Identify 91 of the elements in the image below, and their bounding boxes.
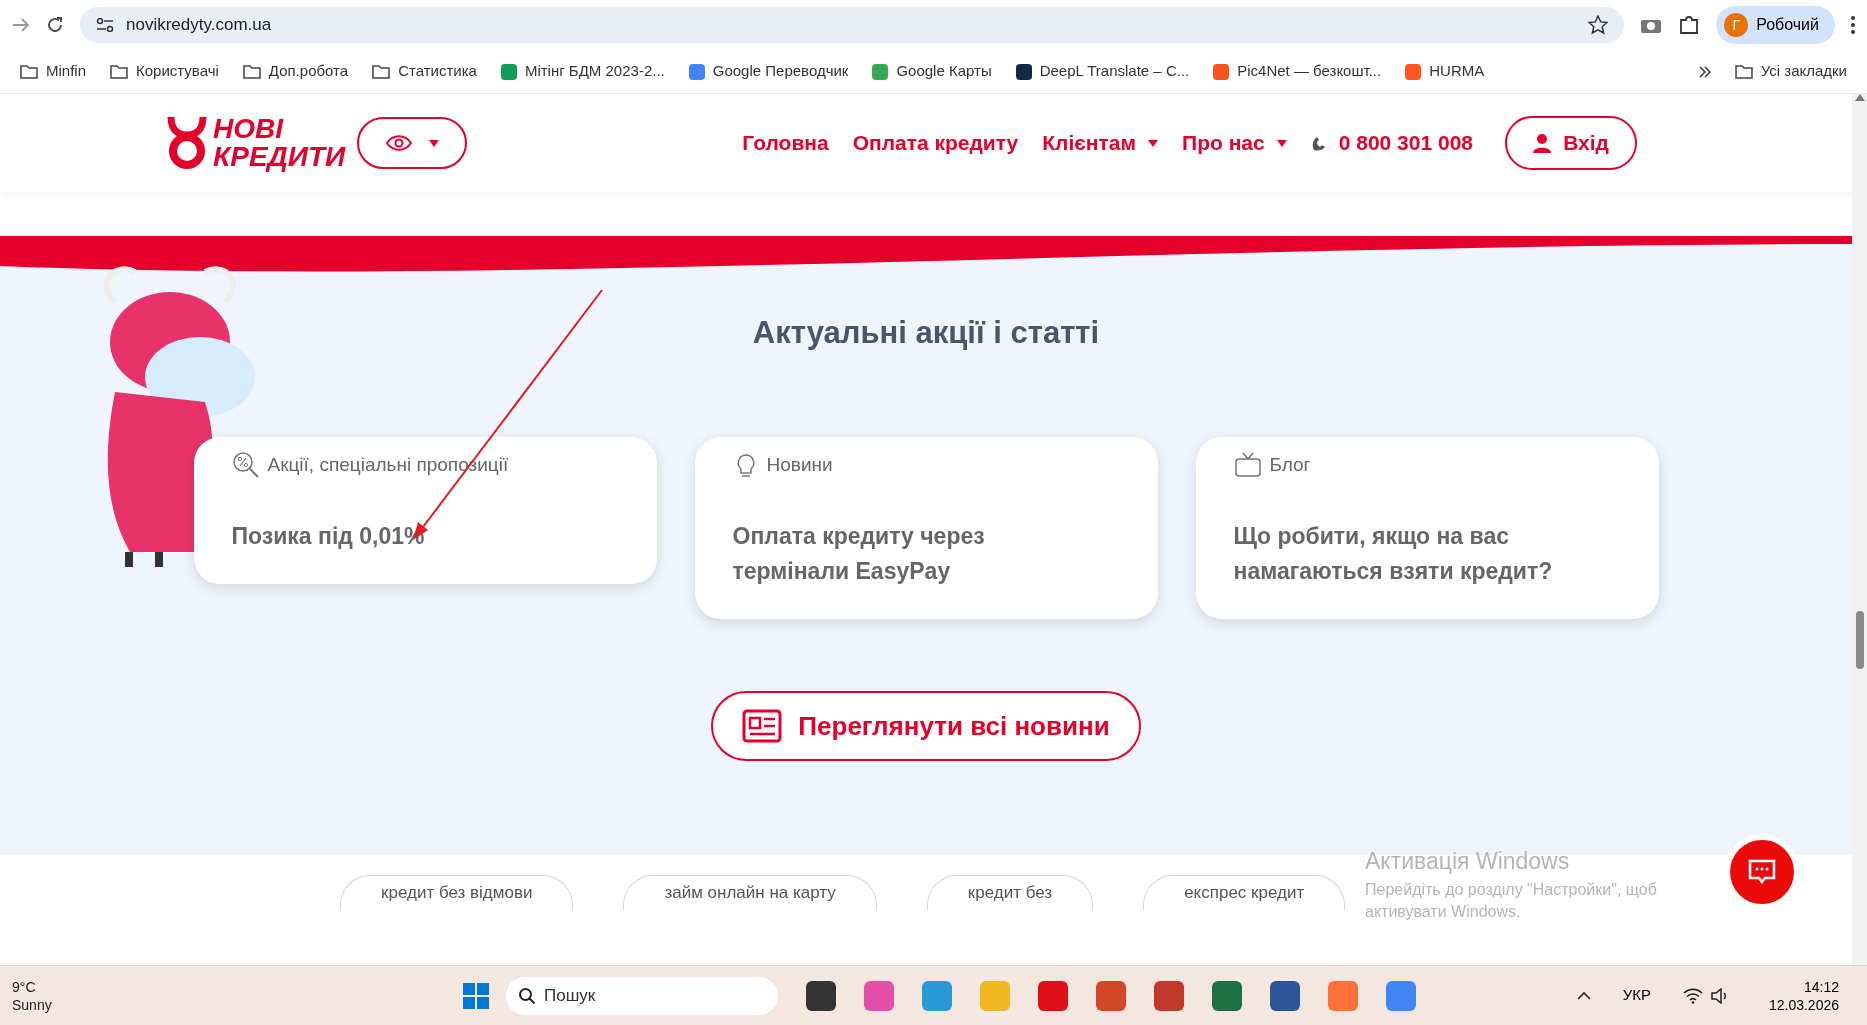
profile-button[interactable]: Г Робочий [1716, 6, 1835, 44]
wifi-icon[interactable] [1682, 987, 1703, 1004]
star-icon[interactable] [1588, 15, 1609, 35]
nav-link[interactable]: Головна [742, 127, 829, 159]
nav-link[interactable]: Про нас [1182, 127, 1287, 159]
newspaper-icon [742, 709, 783, 743]
article-card[interactable]: Новини Оплата кредиту через термінали EasyPay [694, 436, 1158, 619]
chat-icon [1747, 858, 1777, 886]
app-icon[interactable] [806, 980, 836, 1011]
menu-icon[interactable] [1851, 16, 1855, 34]
bookmark-label: Google Переводчик [712, 61, 849, 82]
bookmark[interactable]: Усі закладки [1734, 60, 1847, 83]
address-bar[interactable]: novikredyty.com.ua [80, 7, 1625, 43]
tag-chip[interactable]: кредит без [926, 875, 1094, 910]
article-card[interactable]: Блог Що робити, якщо на вас намагаються взяти кредит? [1195, 436, 1659, 619]
login-button[interactable]: Вхід [1505, 116, 1637, 170]
scrollbar[interactable] [1852, 94, 1867, 965]
card-title: Оплата кредиту через термінали EasyPay [732, 522, 986, 586]
nav-link[interactable]: Оплата кредиту [852, 127, 1019, 159]
bookmark[interactable]: Користувачі [110, 60, 219, 83]
bookmark[interactable]: DeepL Translate – C... [1015, 60, 1190, 83]
activation-title: Активація Windows [1365, 847, 1571, 876]
folder-icon [242, 64, 261, 79]
logo[interactable]: НОВІ КРЕДИТИ [165, 115, 346, 171]
bookmark-label: Користувачі [136, 61, 219, 82]
clock-time: 14:12 [1803, 977, 1839, 996]
logo-text: НОВІ [213, 115, 285, 143]
folder-icon [372, 64, 391, 79]
bookmark-label: HURMA [1429, 61, 1485, 82]
card-title: Що робити, якщо на вас намагаються взяти кредит? [1233, 522, 1554, 586]
url-text: novikredyty.com.ua [126, 14, 273, 37]
tag-chip[interactable]: кредит без відмови [340, 875, 574, 910]
card-category: Новини [766, 452, 833, 477]
folder-icon [1734, 64, 1753, 79]
bookmark-label: Статистика [398, 61, 477, 82]
bookmark[interactable]: Статистика [372, 60, 477, 83]
double-chevron-icon[interactable] [1698, 65, 1711, 78]
app-icon[interactable] [1154, 980, 1184, 1011]
bookmark[interactable]: Google Переводчик [688, 60, 849, 83]
scrollbar-thumb[interactable] [1855, 611, 1864, 669]
search-icon [518, 986, 536, 1005]
clock-date: 12.03.2026 [1768, 995, 1839, 1014]
eye-icon [385, 134, 414, 152]
bookmark-label: Усі закладки [1760, 61, 1847, 82]
bookmark[interactable]: Google Карты [872, 60, 992, 83]
bookmark[interactable]: HURMA [1405, 60, 1485, 83]
folder-icon [110, 64, 128, 79]
start-icon[interactable] [462, 981, 490, 1010]
puzzle-icon[interactable] [1678, 14, 1701, 36]
forward-icon[interactable] [12, 17, 30, 33]
chevron-up-icon[interactable] [1576, 991, 1591, 1000]
percent-magnifier-icon [231, 450, 260, 479]
language-indicator[interactable]: УКР [1622, 984, 1651, 1007]
nav-link[interactable]: Клієнтам [1042, 127, 1159, 159]
taskbar-search[interactable]: Пошук [506, 976, 778, 1015]
user-icon [1533, 133, 1552, 153]
bookmark[interactable]: Доп.робота [242, 60, 349, 83]
tag-chip[interactable]: займ онлайн на карту [623, 875, 877, 910]
folder-icon [20, 64, 38, 79]
bookmark[interactable]: Minfin [20, 60, 86, 83]
accessibility-button[interactable] [357, 117, 468, 169]
profile-avatar: Г [1724, 13, 1749, 37]
bookmark-label: Google Карты [896, 61, 992, 82]
card-category: Блог [1269, 452, 1311, 477]
section-title: Актуальні акції і статті [752, 314, 1100, 352]
weather-desc: Sunny [12, 995, 53, 1014]
search-label: Пошук [544, 984, 596, 1007]
bookmark-label: Minfin [46, 61, 86, 82]
bookmark-label: Доп.робота [268, 61, 349, 82]
reload-icon[interactable] [46, 16, 64, 34]
profile-name: Робочий [1756, 15, 1819, 35]
weather-temp: 9°C [12, 977, 37, 996]
all-news-button[interactable]: Переглянути всі новини [711, 691, 1141, 761]
site-settings-icon[interactable] [96, 18, 114, 32]
tag-chip[interactable]: експрес кредит [1143, 875, 1346, 910]
scroll-up-icon[interactable] [1854, 94, 1865, 101]
app-icon[interactable] [1212, 980, 1242, 1011]
phone-icon [1310, 135, 1327, 151]
activation-text: Перейдіть до розділу "Настройки", щоб активувати Windows. [1365, 879, 1658, 922]
app-icon[interactable] [1270, 980, 1300, 1011]
bookmark-label: DeepL Translate – C... [1039, 61, 1190, 82]
bookmark[interactable]: Pic4Net — безкошт... [1213, 60, 1382, 83]
bookmark-label: Pic4Net — безкошт... [1237, 61, 1382, 82]
volume-icon[interactable] [1710, 987, 1729, 1004]
caret-icon [429, 139, 440, 147]
logo-mark-icon [165, 115, 209, 171]
logo-text: КРЕДИТИ [213, 143, 346, 171]
tv-icon [1233, 451, 1262, 478]
bookmark-label: Мітінг БДМ 2023-2... [524, 61, 665, 82]
bookmark[interactable]: Мітінг БДМ 2023-2... [500, 60, 665, 83]
phone-link[interactable]: 0 800 301 008 [1310, 127, 1473, 159]
